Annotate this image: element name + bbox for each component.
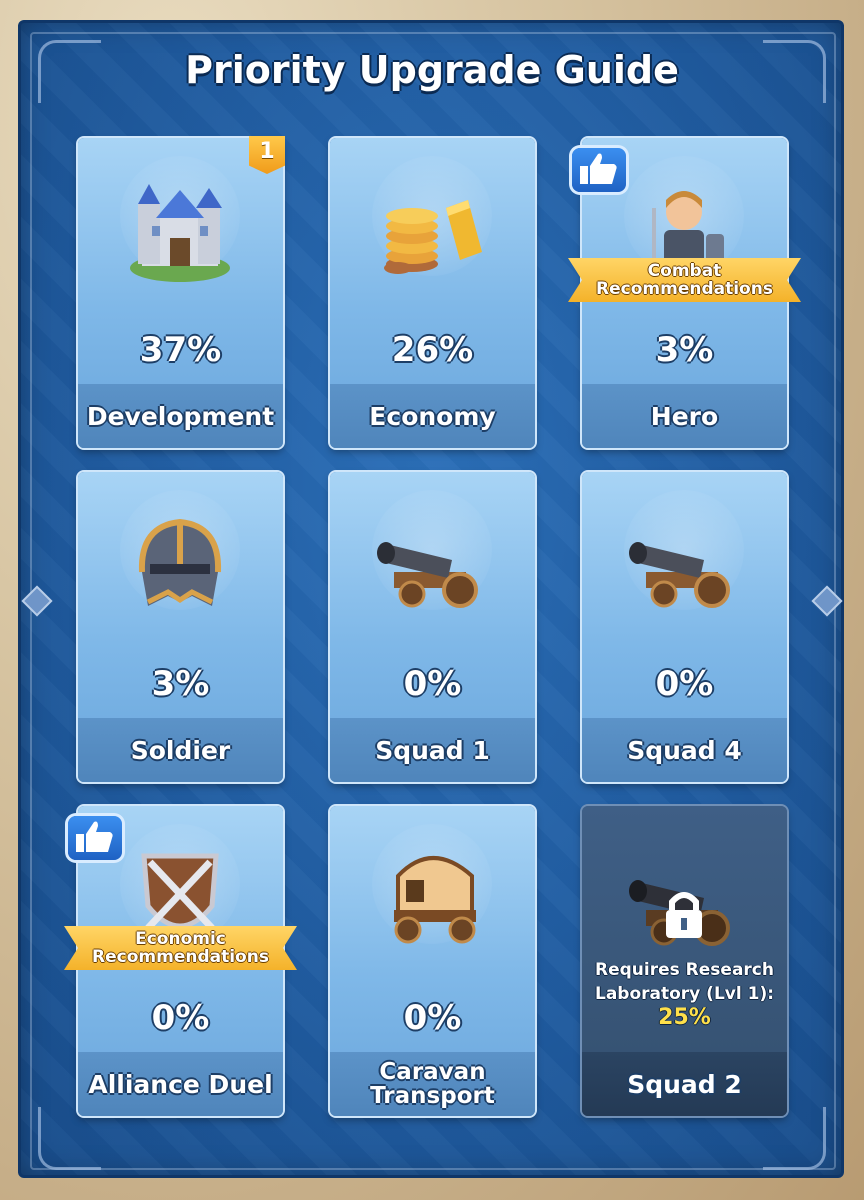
- card-percentage: 0%: [403, 998, 462, 1038]
- card-squad-4[interactable]: 0% Squad 4: [582, 472, 787, 782]
- card-label: Squad 1: [375, 735, 490, 765]
- card-development[interactable]: 1 37% Development: [78, 136, 285, 448]
- card-alliance-duel[interactable]: Economic Recommendations 0% Alliance Due…: [64, 806, 297, 1116]
- card-percentage: 37%: [139, 330, 222, 370]
- card-footer: Hero: [582, 384, 787, 448]
- cannon-icon: [377, 542, 478, 608]
- wagon-icon: [394, 856, 476, 944]
- ribbon-line: Economic: [135, 929, 226, 949]
- card-squad-2-locked[interactable]: Requires Research Laboratory (Lvl 1): 25…: [582, 806, 787, 1116]
- card-caravan-transport[interactable]: 0% Caravan Transport: [330, 806, 535, 1116]
- padlock-icon: [666, 892, 702, 938]
- card-label: Caravan Transport: [370, 1059, 495, 1109]
- card-squad-1[interactable]: 0% Squad 1: [330, 472, 535, 782]
- card-label: Alliance Duel: [88, 1069, 273, 1099]
- castle-icon: [130, 184, 230, 282]
- gold-coins-icon: [384, 200, 482, 274]
- card-percentage: 3%: [151, 664, 210, 704]
- card-footer: Soldier: [78, 718, 283, 782]
- card-percentage: 0%: [655, 664, 714, 704]
- economic-recommendation-ribbon: Economic Recommendations: [64, 926, 297, 970]
- card-footer: Squad 2: [582, 1052, 787, 1116]
- thumbs-up-icon: [572, 148, 626, 192]
- card-footer: Caravan Transport: [330, 1052, 535, 1116]
- card-footer: Squad 1: [330, 718, 535, 782]
- card-footer: Alliance Duel: [78, 1052, 283, 1116]
- ribbon-line: Recommendations: [92, 947, 269, 967]
- card-soldier[interactable]: 3% Soldier: [78, 472, 283, 782]
- requirement-line: Laboratory (Lvl 1):: [594, 984, 775, 1004]
- corner-ornament: [38, 1107, 101, 1170]
- card-economy[interactable]: 26% Economy: [330, 138, 535, 448]
- corner-ornament: [763, 1107, 826, 1170]
- card-footer: Squad 4: [582, 718, 787, 782]
- cannon-icon: [629, 542, 730, 608]
- card-hero[interactable]: Combat Recommendations 3% Hero: [568, 138, 801, 448]
- card-percentage: 0%: [151, 998, 210, 1038]
- helmet-icon: [138, 518, 222, 606]
- requirement-line: Requires Research: [595, 960, 774, 980]
- page-title: Priority Upgrade Guide: [185, 48, 679, 92]
- card-label: Soldier: [130, 735, 231, 765]
- card-footer: Economy: [330, 384, 535, 448]
- requirement-progress: 25%: [658, 1005, 711, 1030]
- card-label: Development: [86, 401, 275, 431]
- ribbon-line: Recommendations: [596, 279, 773, 299]
- combat-recommendation-ribbon: Combat Recommendations: [568, 258, 801, 302]
- ribbon-line: Combat: [647, 261, 722, 281]
- thumbs-up-icon: [68, 816, 122, 860]
- unlock-requirement: Requires Research Laboratory (Lvl 1): 25…: [582, 958, 787, 1030]
- card-label: Economy: [369, 401, 496, 431]
- card-label: Squad 2: [627, 1069, 742, 1099]
- rank-badge: 1: [249, 136, 285, 174]
- card-percentage: 0%: [403, 664, 462, 704]
- card-label: Hero: [650, 401, 719, 431]
- card-footer: Development: [78, 384, 283, 448]
- card-percentage: 3%: [655, 330, 714, 370]
- card-percentage: 26%: [391, 330, 474, 370]
- card-label: Squad 4: [627, 735, 742, 765]
